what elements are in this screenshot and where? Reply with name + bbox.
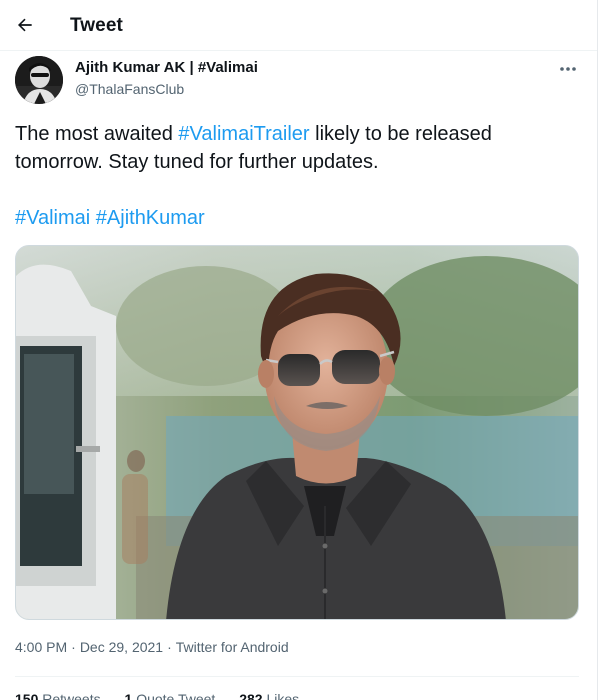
divider	[15, 676, 579, 677]
more-options-button[interactable]	[557, 60, 579, 78]
avatar-image	[15, 56, 63, 104]
retweets-stat[interactable]: 150 Retweets	[15, 691, 101, 700]
tweet-page: Tweet Ajith Kumar AK | #Valimai @ThalaFa…	[0, 0, 598, 700]
back-button[interactable]	[12, 12, 38, 38]
tweet-text-part: The most awaited	[15, 123, 179, 145]
page-title: Tweet	[70, 15, 123, 36]
avatar[interactable]	[15, 56, 63, 104]
tweet-client[interactable]: Twitter for Android	[176, 639, 289, 655]
quotes-count: 1	[124, 691, 133, 700]
hashtag-line: #Valimai #AjithKumar	[15, 204, 205, 232]
tweet-time[interactable]: 4:00 PM	[15, 639, 67, 655]
separator-dot: ·	[167, 639, 172, 655]
photo-illustration	[16, 246, 578, 619]
retweets-label: Retweets	[42, 691, 101, 700]
retweets-count: 150	[15, 691, 39, 700]
tweet-text: The most awaited #ValimaiTrailer likely …	[15, 120, 580, 176]
separator-dot: ·	[71, 639, 76, 655]
quotes-label: Quote Tweet	[136, 691, 216, 700]
author-name[interactable]: Ajith Kumar AK | #Valimai	[75, 59, 258, 77]
author-handle[interactable]: @ThalaFansClub	[75, 80, 184, 98]
hashtag-link[interactable]: #ValimaiTrailer	[178, 123, 309, 145]
tweet-metadata: 4:00 PM · Dec 29, 2021 · Twitter for Android	[15, 638, 289, 656]
more-horizontal-icon	[560, 67, 576, 71]
tweet-photo[interactable]	[15, 245, 579, 620]
hashtag-link[interactable]: #AjithKumar	[96, 207, 205, 229]
arrow-left-icon	[18, 18, 32, 32]
tweet-date[interactable]: Dec 29, 2021	[80, 639, 163, 655]
tweet-header: Tweet	[0, 0, 597, 51]
likes-label: Likes	[266, 691, 300, 700]
quote-tweets-stat[interactable]: 1 Quote Tweet	[125, 691, 216, 700]
likes-count: 282	[239, 691, 263, 700]
likes-stat[interactable]: 282 Likes	[239, 691, 299, 700]
tweet-stats: 150 Retweets 1 Quote Tweet 282 Likes	[15, 690, 319, 700]
hashtag-link[interactable]: #Valimai	[15, 207, 90, 229]
